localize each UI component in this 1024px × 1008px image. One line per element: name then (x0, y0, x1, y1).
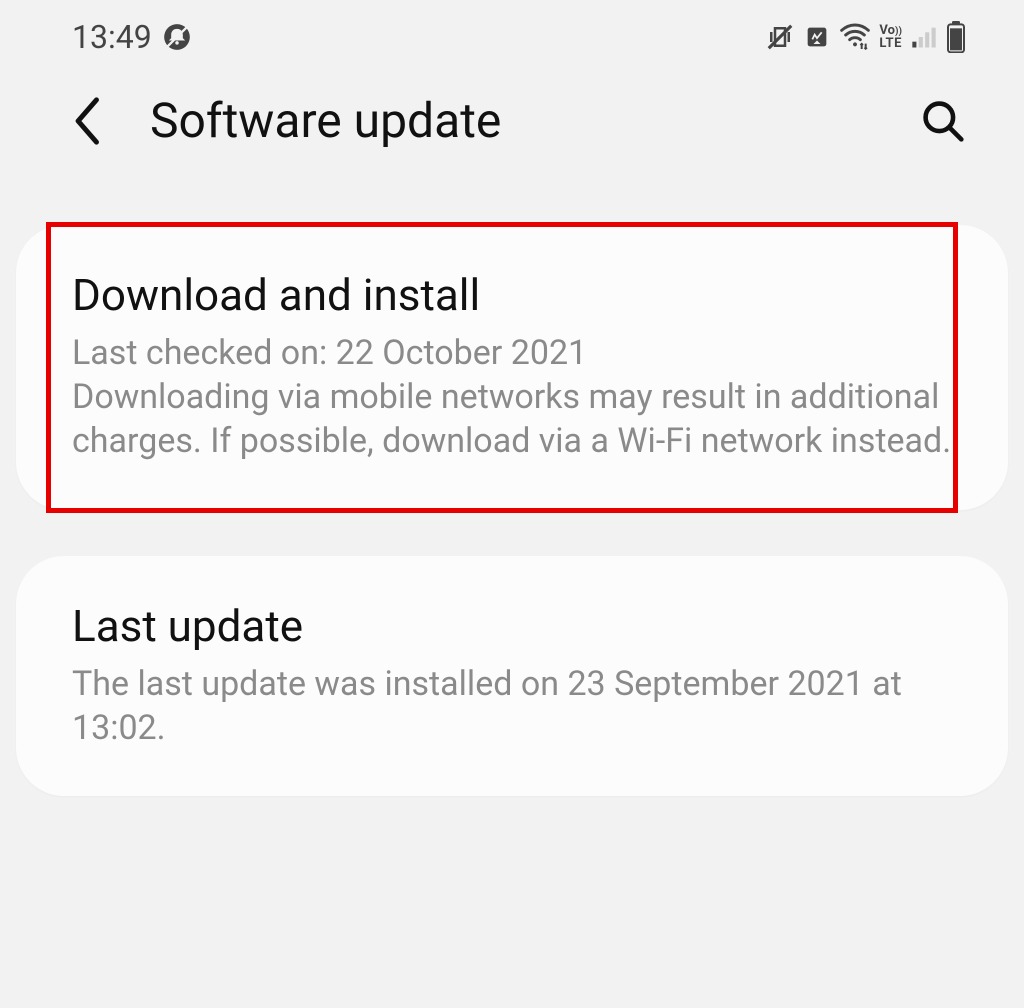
status-time: 13:49 (72, 18, 152, 56)
battery-icon (946, 21, 966, 53)
last-update-card[interactable]: Last update The last update was installe… (16, 556, 1008, 796)
app-bar: Software update (0, 68, 1024, 189)
download-install-subtitle: Last checked on: 22 October 2021 Downloa… (72, 331, 952, 464)
last-checked-text: Last checked on: 22 October 2021 (72, 333, 587, 373)
signal-icon (910, 23, 938, 51)
volte-icon: Vo)) LTE (879, 24, 902, 50)
download-install-title: Download and install (72, 269, 952, 321)
data-saver-icon (803, 23, 831, 51)
last-update-info: The last update was installed on 23 Sept… (72, 662, 952, 750)
status-left: 13:49 (72, 18, 192, 56)
download-install-card[interactable]: Download and install Last checked on: 22… (16, 225, 1008, 510)
download-warning-text: Downloading via mobile networks may resu… (72, 377, 951, 461)
page-title: Software update (150, 92, 878, 149)
last-update-title: Last update (72, 600, 952, 652)
search-button[interactable] (918, 96, 968, 146)
wifi-icon (839, 21, 871, 53)
back-button[interactable] (66, 99, 110, 143)
download-install-wrapper: Download and install Last checked on: 22… (16, 225, 1008, 510)
status-bar: 13:49 (0, 0, 1024, 68)
cards-container: Download and install Last checked on: 22… (0, 225, 1024, 796)
status-right: Vo)) LTE (765, 21, 966, 53)
vibrate-icon (765, 22, 795, 52)
dnd-icon (162, 22, 192, 52)
